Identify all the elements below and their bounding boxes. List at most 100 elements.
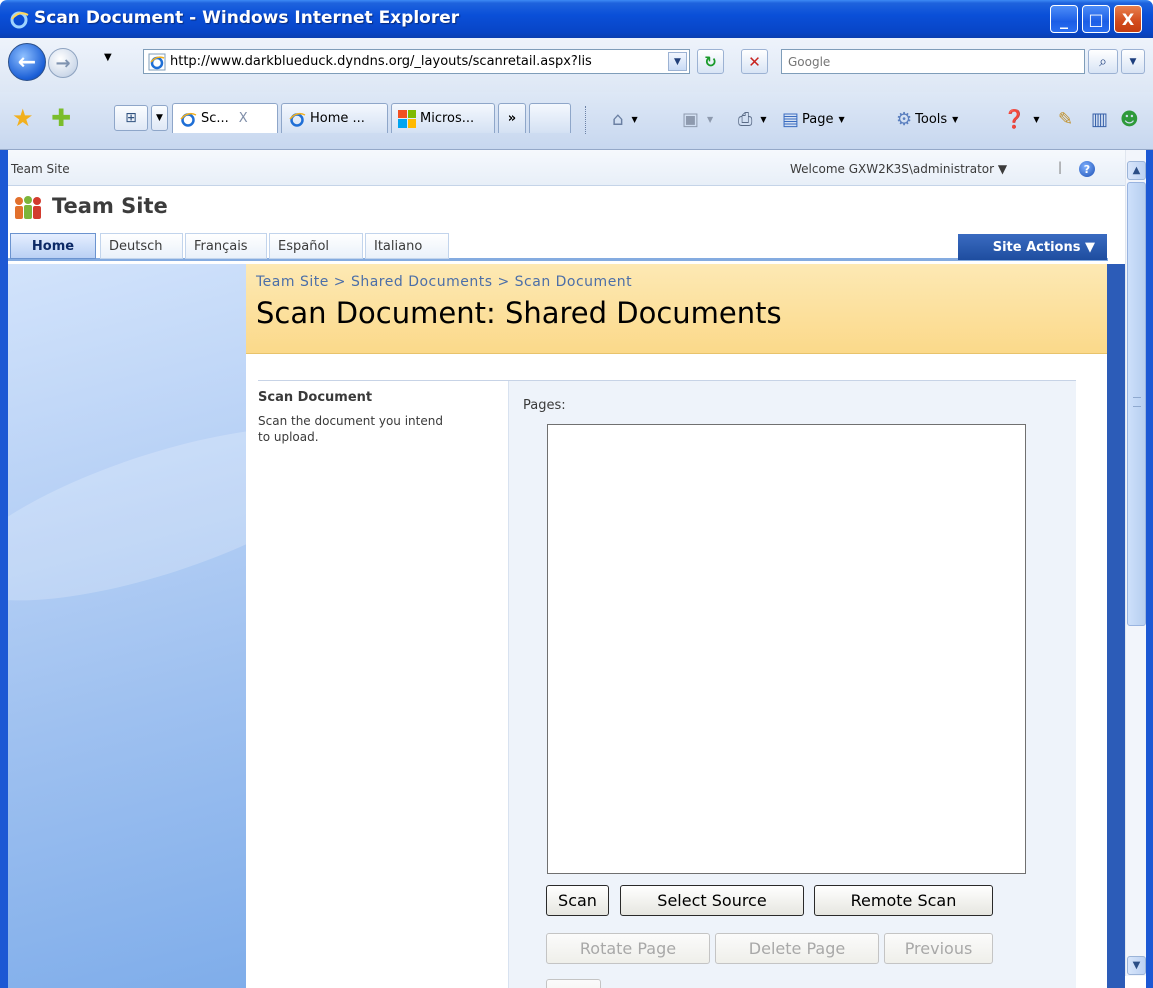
search-box[interactable] xyxy=(781,49,1085,74)
global-links-bar: Team Site Welcome GXW2K3S\administrator … xyxy=(8,150,1125,186)
page-body: Scan Document Scan the document you inte… xyxy=(246,354,1107,988)
rotate-page-button[interactable]: Rotate Page xyxy=(546,933,710,964)
browser-tab-label: Sc... xyxy=(201,111,229,126)
help-icon[interactable]: ? xyxy=(1079,161,1095,177)
section-title: Scan Document xyxy=(258,390,373,405)
page-ie-icon xyxy=(148,53,166,70)
page-menu-label: Page xyxy=(802,112,834,127)
research-button[interactable]: ✎ xyxy=(1058,109,1076,130)
browser-tab-label: Home ... xyxy=(310,111,365,126)
site-actions-menu[interactable]: Site Actions ▼ xyxy=(958,234,1107,260)
ie-tab-icon xyxy=(180,112,197,127)
remote-scan-button[interactable]: Remote Scan xyxy=(814,885,993,916)
book-icon: ▥ xyxy=(1091,109,1109,130)
browser-tab-microsoft[interactable]: Micros... xyxy=(391,103,495,133)
tab-italiano[interactable]: Italiano xyxy=(365,233,449,259)
scroll-grip xyxy=(1133,397,1141,407)
chevron-down-icon[interactable]: ▼ xyxy=(631,115,637,124)
address-input[interactable] xyxy=(170,51,660,72)
scan-form: Pages: Scan Select Source Remote Scan Ro… xyxy=(508,381,1076,988)
window-frame-right xyxy=(1146,150,1153,988)
window-frame-left xyxy=(0,150,8,988)
scroll-up-button[interactable]: ▲ xyxy=(1127,161,1146,180)
print-command[interactable]: ⎙ ▼ xyxy=(738,109,767,130)
tab-francais[interactable]: Français xyxy=(185,233,267,259)
refresh-button[interactable]: ↻ xyxy=(697,49,724,74)
chevron-down-icon[interactable]: ▼ xyxy=(707,115,713,124)
close-button[interactable]: X xyxy=(1114,5,1142,33)
add-favorite-icon[interactable]: ✚ xyxy=(51,106,71,130)
page-icon: ▤ xyxy=(782,109,800,130)
tools-menu-label: Tools xyxy=(915,112,948,127)
chevron-down-icon[interactable]: ▼ xyxy=(952,115,958,124)
top-site-link[interactable]: Team Site xyxy=(11,162,70,176)
favorites-star-icon[interactable]: ★ xyxy=(12,106,34,130)
scan-button[interactable]: Scan xyxy=(546,885,609,916)
welcome-separator: | xyxy=(1058,160,1063,174)
window-title: Scan Document - Windows Internet Explore… xyxy=(34,8,460,28)
new-tab-button[interactable] xyxy=(529,103,571,133)
tab-deutsch[interactable]: Deutsch xyxy=(100,233,183,259)
page-title-area: Team Site > Shared Documents > Scan Docu… xyxy=(246,264,1107,354)
next-button[interactable]: Next xyxy=(546,979,601,988)
feeds-command[interactable]: ▣ ▼ xyxy=(682,109,713,130)
delete-page-button[interactable]: Delete Page xyxy=(715,933,879,964)
stop-button[interactable]: ✕ xyxy=(741,49,768,74)
window-titlebar[interactable]: Scan Document - Windows Internet Explore… xyxy=(0,0,1153,38)
vertical-scrollbar[interactable]: ▲ ▼ xyxy=(1125,150,1146,976)
page-menu[interactable]: ▤ Page ▼ xyxy=(782,109,845,130)
previous-button[interactable]: Previous xyxy=(884,933,993,964)
home-icon: ⌂ xyxy=(612,109,624,130)
quick-tabs-button[interactable]: ⊞ xyxy=(114,105,148,131)
browser-tab-home[interactable]: Home ... xyxy=(281,103,388,133)
page-title: Scan Document: Shared Documents xyxy=(256,296,782,330)
ie-tab-icon xyxy=(289,112,306,127)
top-navigation: Home Deutsch Français Español Italiano S… xyxy=(8,230,1108,261)
help-icon: ❓ xyxy=(1003,109,1026,130)
page-viewport: Team Site Welcome GXW2K3S\administrator … xyxy=(8,150,1125,988)
minimize-button[interactable]: _ xyxy=(1050,5,1078,33)
scroll-down-button[interactable]: ▼ xyxy=(1127,956,1146,975)
pages-list[interactable] xyxy=(547,424,1026,874)
help-menu[interactable]: ❓ ▼ xyxy=(1003,109,1040,130)
maximize-button[interactable]: □ xyxy=(1082,5,1110,33)
recent-pages-dropdown[interactable]: ▼ xyxy=(104,52,112,63)
tab-home[interactable]: Home xyxy=(10,233,96,259)
tab-list-button[interactable]: ▼ xyxy=(151,105,168,131)
chevron-down-icon[interactable]: ▼ xyxy=(760,115,766,124)
messenger-icon-button[interactable]: ☻ xyxy=(1120,109,1142,130)
tools-menu[interactable]: ⚙ Tools ▼ xyxy=(896,109,958,130)
chevron-down-icon[interactable]: ▼ xyxy=(839,115,845,124)
ie-logo-icon xyxy=(10,11,29,29)
research-icon: ✎ xyxy=(1058,109,1074,130)
site-title[interactable]: Team Site xyxy=(52,194,168,218)
pages-label: Pages: xyxy=(523,398,566,413)
search-button[interactable]: ⌕ xyxy=(1088,49,1118,74)
gear-icon: ⚙ xyxy=(896,109,913,130)
quick-launch-panel xyxy=(8,264,246,988)
tab-close-icon[interactable]: X xyxy=(239,111,248,126)
feed-icon: ▣ xyxy=(682,109,700,130)
section-description: Scan Document Scan the document you inte… xyxy=(258,390,498,445)
toolbar-separator xyxy=(585,106,586,134)
browser-tab-label: Micros... xyxy=(420,111,475,126)
tab-espanol[interactable]: Español xyxy=(269,233,363,259)
messenger-button[interactable]: ▥ xyxy=(1091,109,1111,130)
back-button[interactable]: ← xyxy=(8,43,46,81)
breadcrumb[interactable]: Team Site > Shared Documents > Scan Docu… xyxy=(256,274,632,290)
chevron-down-icon[interactable]: ▼ xyxy=(1033,115,1039,124)
browser-tab-scan-document[interactable]: Sc... X xyxy=(172,103,278,133)
search-input[interactable] xyxy=(782,54,1072,69)
address-bar[interactable]: ▼ xyxy=(143,49,690,74)
scroll-thumb[interactable] xyxy=(1127,182,1146,626)
decorative-swoosh xyxy=(8,392,246,636)
select-source-button[interactable]: Select Source xyxy=(620,885,804,916)
page-right-border xyxy=(1107,264,1125,988)
search-options-button[interactable]: ▼ xyxy=(1121,49,1145,74)
forward-button[interactable]: → xyxy=(48,48,78,78)
home-command[interactable]: ⌂ ▼ xyxy=(612,109,638,130)
tab-command-bar: ★ ✚ ⊞ ▼ Sc... X Home ... Micros... » ⌂ ▼… xyxy=(0,92,1153,150)
address-dropdown-button[interactable]: ▼ xyxy=(668,52,687,71)
more-tabs-button[interactable]: » xyxy=(498,103,526,133)
welcome-menu[interactable]: Welcome GXW2K3S\administrator ▼ xyxy=(790,162,1007,176)
